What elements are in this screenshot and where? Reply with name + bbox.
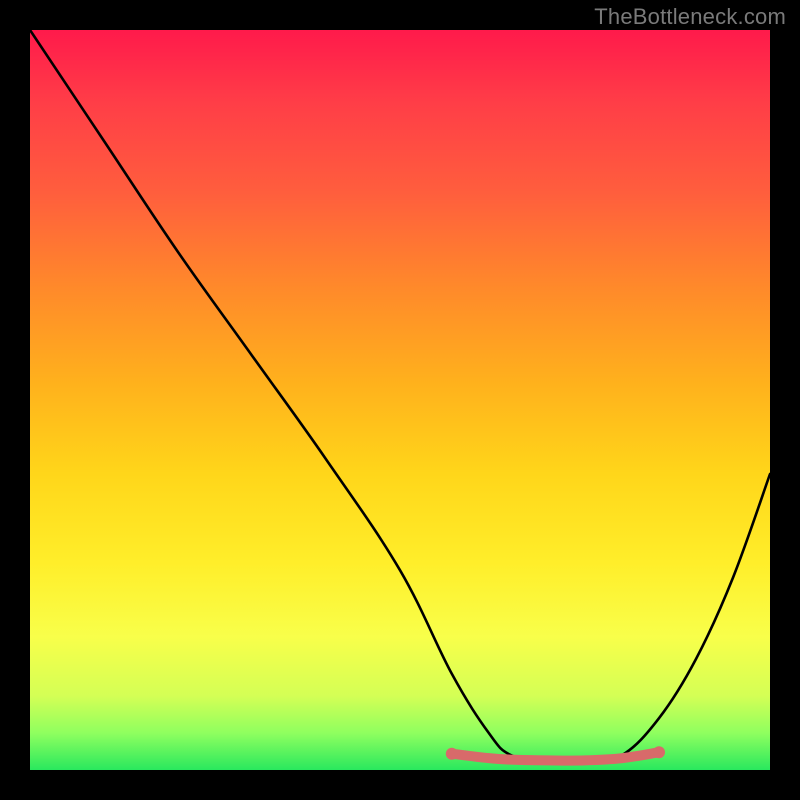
highlight-endpoint-left <box>446 748 458 760</box>
optimal-range-highlight <box>452 752 659 760</box>
bottleneck-curve <box>30 30 770 764</box>
chart-frame: TheBottleneck.com <box>0 0 800 800</box>
plot-area <box>30 30 770 770</box>
curve-layer <box>30 30 770 770</box>
highlight-endpoint-right <box>653 746 665 758</box>
attribution-label: TheBottleneck.com <box>594 4 786 30</box>
